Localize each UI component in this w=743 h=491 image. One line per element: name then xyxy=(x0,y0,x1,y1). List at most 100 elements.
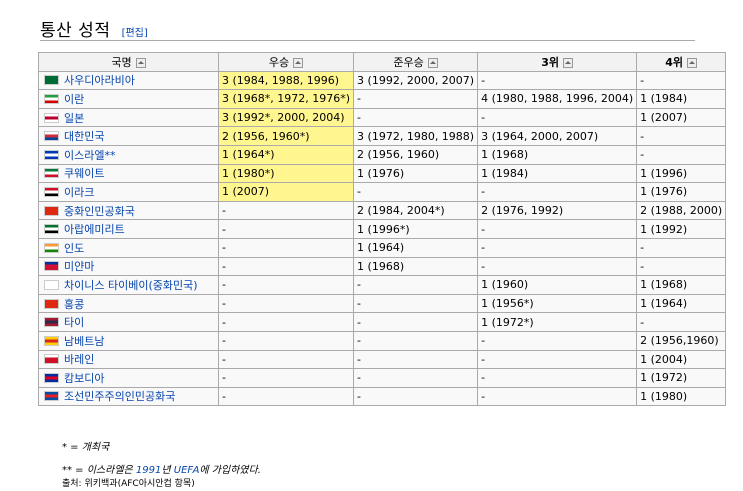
winner-cell: - xyxy=(217,200,355,221)
sort-icon[interactable] xyxy=(135,57,146,68)
winner-cell: - xyxy=(217,368,355,388)
sort-icon[interactable] xyxy=(687,57,698,68)
country-link[interactable]: 차이니스 타이베이(중화민국) xyxy=(64,279,198,292)
fourth-cell: 1 (1984) xyxy=(636,89,727,109)
header-country[interactable]: 국명 xyxy=(38,52,219,72)
year-link[interactable]: 1991 xyxy=(136,465,161,476)
third-cell: - xyxy=(477,107,638,128)
winner-cell: 1 (1964*) xyxy=(217,144,355,165)
runner-up-cell: - xyxy=(353,368,479,388)
fourth-cell: 1 (1972) xyxy=(636,368,727,388)
country-cell: 일본 xyxy=(38,107,219,128)
third-cell: - xyxy=(477,219,638,239)
fourth-cell: 1 (1964) xyxy=(636,293,727,314)
header-third[interactable]: 3위 xyxy=(477,52,638,72)
third-cell: 3 (1964, 2000, 2007) xyxy=(477,126,638,146)
runner-up-cell: - xyxy=(353,330,479,351)
fourth-cell: 1 (2007) xyxy=(636,107,727,128)
country-link[interactable]: 중화인민공화국 xyxy=(64,205,135,218)
country-link[interactable]: 대한민국 xyxy=(64,130,104,143)
runner-up-cell: 1 (1996*) xyxy=(353,219,479,239)
country-cell: 이스라엘** xyxy=(38,144,219,165)
country-link[interactable]: 일본 xyxy=(64,112,84,125)
country-link[interactable]: 홍콩 xyxy=(64,298,84,311)
table-row: 일본 3 (1992*, 2000, 2004) - -1 (2007) xyxy=(38,107,727,128)
flag-icon xyxy=(44,186,59,197)
country-link[interactable]: 캄보디아 xyxy=(64,372,104,385)
fourth-cell: 1 (1968) xyxy=(636,275,727,295)
fourth-cell: 1 (1980) xyxy=(636,386,727,407)
table-row: 대한민국 2 (1956, 1960*) 3 (1972, 1980, 1988) 3… xyxy=(38,126,727,146)
winner-cell: 3 (1992*, 2000, 2004) xyxy=(217,107,355,128)
country-link[interactable]: 남베트남 xyxy=(64,335,104,348)
country-cell: 대한민국 xyxy=(38,126,219,146)
country-cell: 아랍에미리트 xyxy=(38,219,219,239)
country-cell: 미얀마 xyxy=(38,256,219,277)
country-link[interactable]: 인도 xyxy=(64,242,84,255)
flag-icon xyxy=(44,279,59,290)
country-cell: 쿠웨이트 xyxy=(38,163,219,184)
table-row: 캄보디아 - - -1 (1972) xyxy=(38,368,727,388)
runner-up-cell: 1 (1968) xyxy=(353,256,479,277)
winner-cell: - xyxy=(217,349,355,370)
sort-icon[interactable] xyxy=(427,57,438,68)
winner-cell: 1 (2007) xyxy=(217,182,355,202)
fourth-cell: 2 (1988, 2000) xyxy=(636,200,727,221)
third-cell: - xyxy=(477,237,638,258)
table-row: 이라크 1 (2007) - -1 (1976) xyxy=(38,182,727,202)
table-header-row: 국명 우승 준우승 3위 4위 xyxy=(38,52,727,72)
country-link[interactable]: 쿠웨이트 xyxy=(64,167,104,180)
runner-up-cell: - xyxy=(353,89,479,109)
flag-icon xyxy=(44,168,59,179)
runner-up-cell: - xyxy=(353,349,479,370)
country-cell: 바레인 xyxy=(38,349,219,370)
country-cell: 이란 xyxy=(38,89,219,109)
country-link[interactable]: 미얀마 xyxy=(64,260,94,273)
fourth-cell: - xyxy=(636,237,727,258)
note-source: 출처: 위키백과(AFC아시안컵 항목) xyxy=(62,479,195,489)
flag-icon xyxy=(44,131,59,142)
country-link[interactable]: 사우디아라비아 xyxy=(64,74,135,87)
country-cell: 캄보디아 xyxy=(38,368,219,388)
country-link[interactable]: 이란 xyxy=(64,93,84,106)
country-link[interactable]: 바레인 xyxy=(64,353,94,366)
country-link[interactable]: 조선민주주의인민공화국 xyxy=(64,390,175,403)
edit-link[interactable]: [편집] xyxy=(122,28,148,39)
flag-icon xyxy=(44,317,59,328)
flag-icon xyxy=(44,354,59,365)
fourth-cell: - xyxy=(636,312,727,332)
country-link[interactable]: 타이 xyxy=(64,316,84,329)
winner-cell: - xyxy=(217,237,355,258)
fourth-cell: - xyxy=(636,144,727,165)
third-cell: 4 (1980, 1988, 1996, 2004) xyxy=(477,89,638,109)
winner-cell: - xyxy=(217,275,355,295)
winner-cell: - xyxy=(217,293,355,314)
header-fourth[interactable]: 4위 xyxy=(636,52,727,72)
uefa-link[interactable]: UEFA xyxy=(174,465,200,476)
country-cell: 차이니스 타이베이(중화민국) xyxy=(38,275,219,295)
winner-cell: 1 (1980*) xyxy=(217,163,355,184)
flag-icon xyxy=(44,149,59,160)
header-runner-up[interactable]: 준우승 xyxy=(353,52,479,72)
sort-icon[interactable] xyxy=(293,57,304,68)
table-row: 이스라엘** 1 (1964*) 2 (1956, 1960) 1 (1968) - xyxy=(38,144,727,165)
flag-icon xyxy=(44,224,59,235)
runner-up-cell: - xyxy=(353,312,479,332)
sort-icon[interactable] xyxy=(563,57,573,68)
third-cell: 2 (1976, 1992) xyxy=(477,200,638,221)
table-row: 홍콩 - -1 (1956*) 1 (1964) xyxy=(38,293,727,314)
country-link[interactable]: 이스라엘** xyxy=(64,149,115,162)
header-winner[interactable]: 우승 xyxy=(217,52,355,72)
flag-icon xyxy=(44,335,59,346)
third-cell: 1 (1956*) xyxy=(477,293,638,314)
winner-cell: - xyxy=(217,256,355,277)
table-row: 쿠웨이트 1 (1980*) 1 (1976) 1 (1984) 1 (1996) xyxy=(38,163,727,184)
table-row: 바레인 - - -1 (2004) xyxy=(38,349,727,370)
country-link[interactable]: 아랍에미리트 xyxy=(64,223,125,236)
table-row: 아랍에미리트 -1 (1996*) -1 (1992) xyxy=(38,219,727,239)
table-row: 사우디아라비아 3 (1984, 1988, 1996) 3 (1992, 2000… xyxy=(38,70,727,91)
flag-icon xyxy=(44,205,59,216)
country-link[interactable]: 이라크 xyxy=(64,186,94,199)
flag-icon xyxy=(44,391,59,402)
runner-up-cell: - xyxy=(353,107,479,128)
